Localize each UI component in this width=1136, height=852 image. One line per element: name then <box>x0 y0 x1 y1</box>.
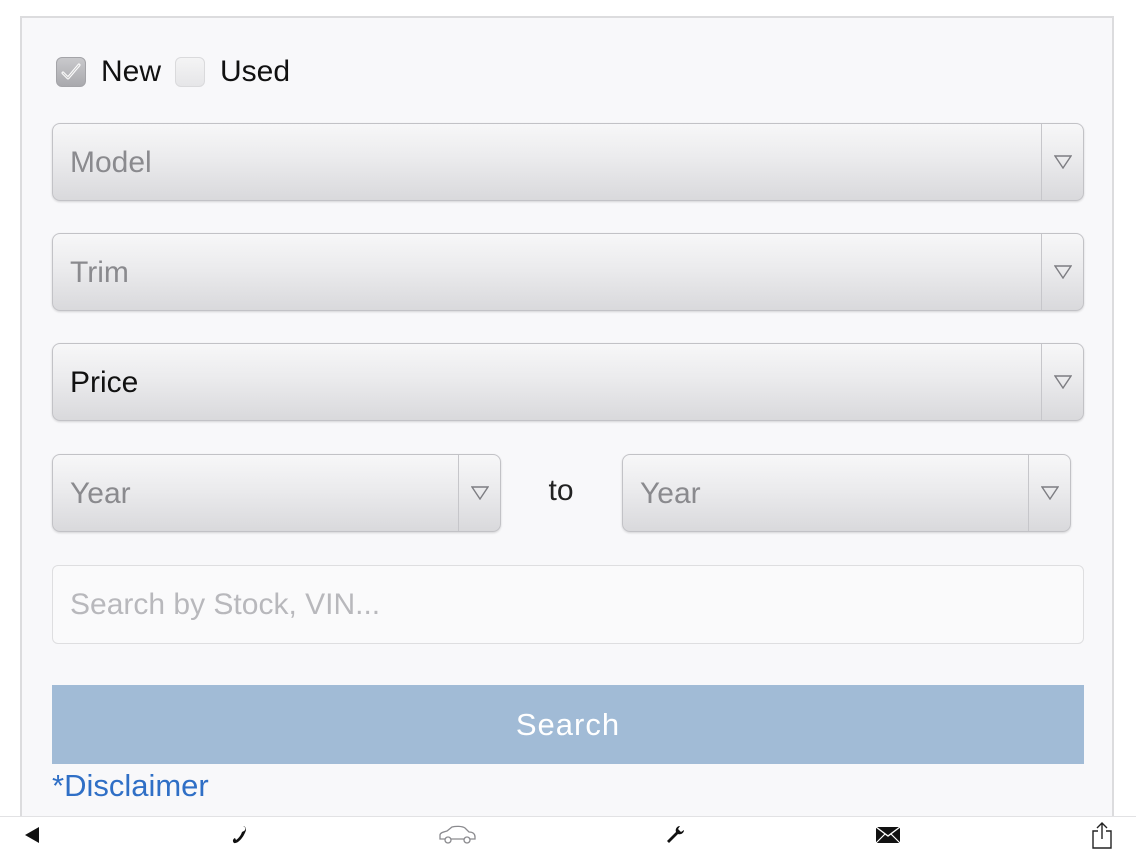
trim-select[interactable]: Trim <box>52 233 1084 311</box>
model-select-value: Model <box>70 146 152 179</box>
price-select-value: Price <box>70 366 139 399</box>
new-checkbox[interactable] <box>56 57 86 87</box>
year-range-separator: to <box>548 474 574 507</box>
chevron-down-icon <box>1040 486 1059 500</box>
disclaimer-link[interactable]: *Disclaimer <box>52 768 209 804</box>
back-arrow-icon[interactable] <box>22 821 42 849</box>
phone-icon[interactable] <box>228 821 250 849</box>
bottom-toolbar <box>0 816 1136 852</box>
search-button[interactable]: Search <box>52 685 1084 764</box>
price-select-arrow <box>1041 344 1083 420</box>
trim-select-arrow <box>1041 234 1083 310</box>
year-to-select-value: Year <box>640 477 701 510</box>
used-label: Used <box>220 55 291 88</box>
year-from-select-value: Year <box>70 477 131 510</box>
used-checkbox[interactable] <box>175 57 206 87</box>
car-icon[interactable] <box>436 821 478 849</box>
chevron-down-icon <box>1053 265 1072 279</box>
share-icon[interactable] <box>1090 821 1114 849</box>
condition-filter: New Used <box>56 52 304 92</box>
model-select-arrow <box>1041 124 1083 200</box>
year-from-select[interactable]: Year <box>52 454 501 532</box>
year-to-select[interactable]: Year <box>622 454 1071 532</box>
trim-select-value: Trim <box>70 256 129 289</box>
mail-icon[interactable] <box>874 821 902 849</box>
wrench-icon[interactable] <box>664 821 686 849</box>
year-to-select-arrow <box>1028 455 1070 531</box>
chevron-down-icon <box>470 486 489 500</box>
new-label: New <box>101 55 162 88</box>
chevron-down-icon <box>1053 375 1072 389</box>
stock-vin-search-input[interactable] <box>52 565 1084 644</box>
chevron-down-icon <box>1053 155 1072 169</box>
model-select[interactable]: Model <box>52 123 1084 201</box>
price-select[interactable]: Price <box>52 343 1084 421</box>
year-from-select-arrow <box>458 455 500 531</box>
checkmark-icon <box>61 63 81 80</box>
